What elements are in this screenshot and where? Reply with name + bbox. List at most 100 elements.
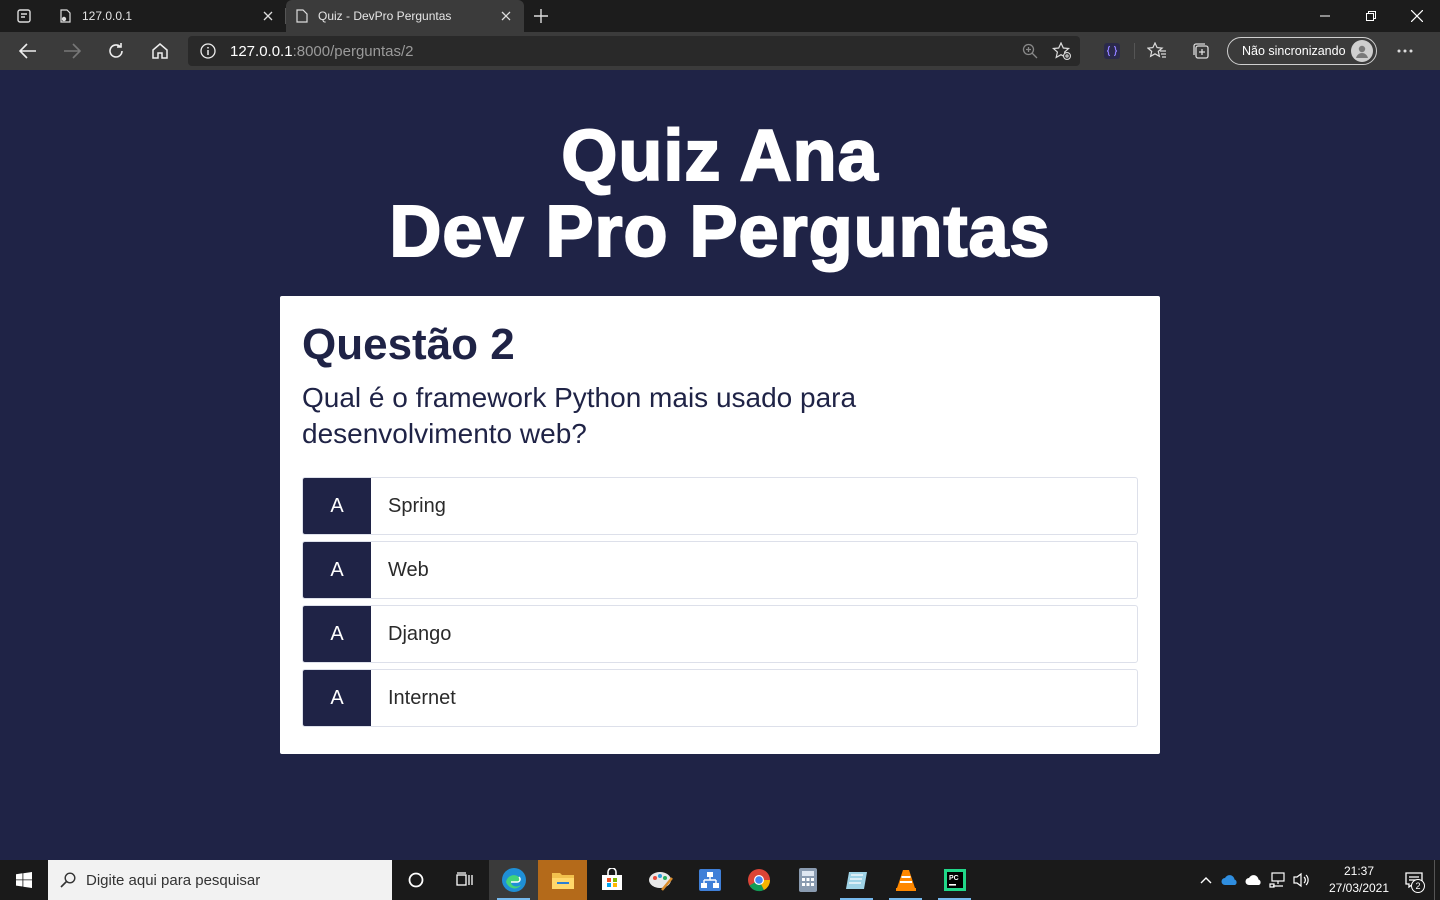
question-heading: Questão 2 bbox=[302, 320, 515, 369]
answer-option[interactable]: A Internet bbox=[302, 669, 1138, 727]
back-button[interactable] bbox=[6, 32, 50, 70]
page-content: Quiz Ana Dev Pro Perguntas Questão 2 Qua… bbox=[0, 70, 1440, 860]
taskbar-app-pycharm[interactable]: PC bbox=[930, 860, 979, 900]
tab-title: Quiz - DevPro Perguntas bbox=[318, 9, 452, 23]
search-icon bbox=[60, 872, 76, 888]
close-icon bbox=[501, 11, 511, 21]
arrow-left-icon bbox=[19, 43, 36, 59]
forward-button[interactable] bbox=[50, 32, 94, 70]
network-diagram-icon bbox=[698, 869, 721, 891]
search-placeholder: Digite aqui para pesquisar bbox=[86, 871, 261, 889]
url-path: :8000/perguntas/2 bbox=[292, 42, 414, 60]
start-button[interactable] bbox=[0, 860, 48, 900]
onedrive-button[interactable] bbox=[1218, 860, 1242, 900]
volume-button[interactable] bbox=[1290, 860, 1314, 900]
favorites-button[interactable] bbox=[1135, 32, 1179, 70]
tab-title: 127.0.0.1 bbox=[82, 9, 133, 23]
taskbar-app-file-explorer[interactable] bbox=[538, 860, 587, 900]
network-button[interactable] bbox=[1266, 860, 1290, 900]
tab-actions-button[interactable] bbox=[0, 0, 48, 32]
answer-letter: A bbox=[303, 606, 371, 662]
tab-quiz[interactable]: Quiz - DevPro Perguntas bbox=[286, 0, 524, 32]
more-icon bbox=[1397, 49, 1413, 53]
answer-option[interactable]: A Web bbox=[302, 541, 1138, 599]
action-center-button[interactable]: 2 bbox=[1394, 860, 1434, 900]
taskbar-app-store[interactable] bbox=[587, 860, 636, 900]
chrome-icon bbox=[747, 869, 770, 892]
refresh-icon bbox=[109, 43, 123, 58]
question-text: Qual é o framework Python mais usado par… bbox=[302, 382, 857, 449]
collections-icon bbox=[1193, 43, 1209, 59]
system-tray: 21:37 27/03/2021 2 bbox=[1194, 860, 1440, 900]
close-icon bbox=[1411, 10, 1423, 22]
clock-date: 27/03/2021 bbox=[1328, 881, 1390, 895]
answer-letter: A bbox=[303, 670, 371, 726]
profile-sync-button[interactable]: Não sincronizando bbox=[1227, 37, 1377, 65]
restore-button[interactable] bbox=[1348, 0, 1394, 32]
zoom-icon[interactable] bbox=[1022, 43, 1038, 59]
edge-icon bbox=[501, 868, 526, 892]
clock-time: 21:37 bbox=[1343, 864, 1375, 878]
plus-icon bbox=[534, 9, 548, 23]
answer-text: Django bbox=[388, 622, 452, 645]
show-hidden-icons-button[interactable] bbox=[1194, 860, 1218, 900]
minimize-button[interactable] bbox=[1302, 0, 1348, 32]
volume-icon bbox=[1293, 872, 1309, 888]
close-tab-button[interactable] bbox=[498, 8, 514, 24]
taskbar-app-calculator[interactable] bbox=[783, 860, 832, 900]
favorites-icon bbox=[1147, 42, 1166, 58]
address-bar[interactable]: 127.0.0.1:8000/perguntas/2 bbox=[188, 36, 1080, 66]
folder-icon bbox=[551, 873, 574, 889]
task-view-button[interactable] bbox=[440, 860, 489, 900]
refresh-button[interactable] bbox=[94, 32, 138, 70]
svg-text:PC: PC bbox=[949, 875, 959, 882]
taskbar-app-notes[interactable] bbox=[832, 860, 881, 900]
taskbar-app-network-tool[interactable] bbox=[685, 860, 734, 900]
paint-icon bbox=[648, 872, 673, 891]
address-bar-actions bbox=[1022, 36, 1072, 66]
answer-option[interactable]: A Django bbox=[302, 605, 1138, 663]
page-favicon-icon bbox=[60, 9, 71, 23]
answer-option[interactable]: A Spring bbox=[302, 477, 1138, 535]
add-favorite-icon[interactable] bbox=[1052, 42, 1072, 60]
new-tab-button[interactable] bbox=[524, 0, 558, 32]
window-controls bbox=[1302, 0, 1440, 32]
answer-text: Web bbox=[388, 558, 429, 581]
browser-tab-strip: 127.0.0.1 Quiz - DevPro Perguntas bbox=[0, 0, 1440, 32]
notification-count-badge: 2 bbox=[1411, 879, 1425, 893]
taskbar-app-vlc[interactable] bbox=[881, 860, 930, 900]
cloud-sync-button[interactable] bbox=[1242, 860, 1266, 900]
taskbar-clock[interactable]: 21:37 27/03/2021 bbox=[1324, 863, 1394, 897]
chevron-up-icon bbox=[1200, 877, 1212, 884]
tab-localhost[interactable]: 127.0.0.1 bbox=[48, 0, 286, 32]
settings-more-button[interactable] bbox=[1383, 32, 1427, 70]
home-icon bbox=[152, 43, 168, 59]
json-braces-icon bbox=[1104, 43, 1120, 59]
taskbar-app-edge[interactable] bbox=[489, 860, 538, 900]
close-tab-button[interactable] bbox=[260, 8, 276, 24]
avatar bbox=[1351, 40, 1373, 62]
show-desktop-button[interactable] bbox=[1434, 860, 1440, 900]
cortana-button[interactable] bbox=[392, 860, 440, 900]
restore-icon bbox=[1366, 11, 1376, 21]
taskbar-search-input[interactable]: Digite aqui para pesquisar bbox=[48, 860, 392, 900]
user-icon bbox=[1356, 45, 1368, 58]
answer-letter: A bbox=[303, 542, 371, 598]
url-text[interactable]: 127.0.0.1:8000/perguntas/2 bbox=[230, 43, 414, 60]
arrow-right-icon bbox=[64, 43, 81, 59]
browser-toolbar: 127.0.0.1:8000/perguntas/2 Não sincroniz… bbox=[0, 32, 1440, 70]
minimize-icon bbox=[1320, 15, 1330, 17]
notebook-icon bbox=[845, 872, 867, 889]
tab-actions-icon bbox=[17, 9, 31, 23]
windows-logo-icon bbox=[16, 872, 32, 888]
home-button[interactable] bbox=[138, 32, 182, 70]
extension-button[interactable] bbox=[1090, 32, 1134, 70]
store-bag-icon bbox=[601, 868, 622, 890]
info-icon[interactable] bbox=[200, 43, 216, 59]
answer-list: A Spring A Web A Django A Internet bbox=[302, 477, 1138, 733]
taskbar-app-chrome[interactable] bbox=[734, 860, 783, 900]
taskbar-app-paint[interactable] bbox=[636, 860, 685, 900]
page-title: Quiz Ana Dev Pro Perguntas bbox=[0, 117, 1440, 271]
collections-button[interactable] bbox=[1179, 32, 1223, 70]
close-window-button[interactable] bbox=[1394, 0, 1440, 32]
